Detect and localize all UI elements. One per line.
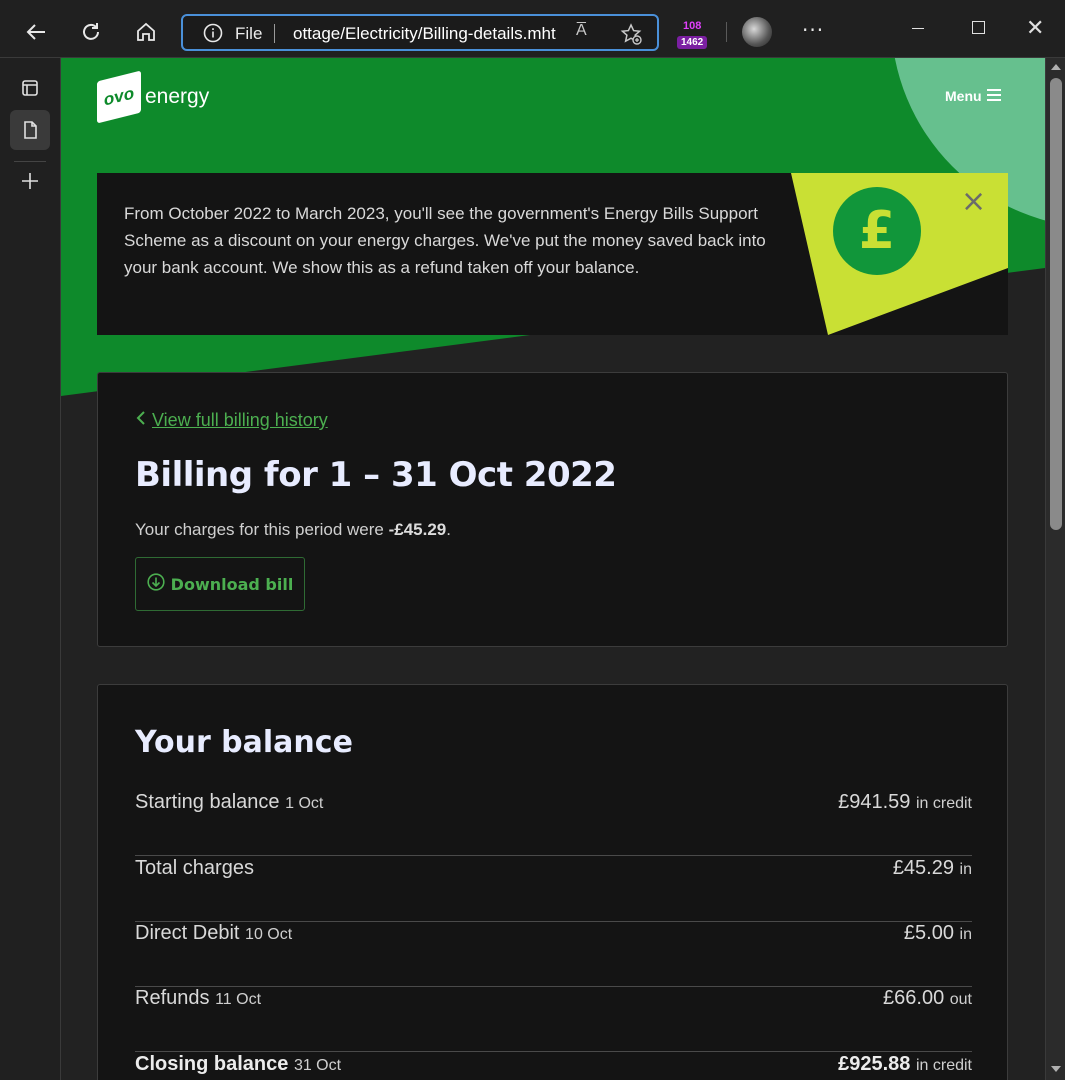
balance-row-refunds: Refunds 11 Oct £66.00 out — [135, 987, 972, 1052]
scroll-up-arrow[interactable] — [1051, 64, 1061, 70]
balance-title: Your balance — [135, 725, 353, 760]
page-scrollbar[interactable] — [1045, 58, 1065, 1080]
billing-history-link[interactable]: View full billing history — [136, 410, 328, 431]
download-bill-label: Download bill — [170, 574, 294, 594]
maximize-icon[interactable] — [972, 21, 985, 34]
chevron-left-icon — [136, 410, 146, 431]
billing-summary-card: View full billing history Billing for 1 … — [97, 372, 1008, 647]
billing-history-label: View full billing history — [152, 410, 328, 430]
row-amount: £925.88 — [838, 1053, 911, 1075]
home-icon[interactable] — [127, 13, 165, 51]
row-date: 10 Oct — [245, 926, 293, 943]
charges-suffix: . — [446, 520, 451, 539]
pound-icon: £ — [833, 187, 921, 275]
menu-button[interactable]: Menu — [945, 88, 1001, 104]
tab-page-icon[interactable] — [10, 110, 50, 150]
scroll-thumb[interactable] — [1050, 78, 1062, 530]
scroll-down-arrow[interactable] — [1051, 1066, 1061, 1072]
row-label: Refunds — [135, 987, 210, 1009]
balance-row-total-charges: Total charges £45.29 in — [135, 857, 972, 922]
row-amount: £45.29 — [892, 857, 954, 879]
tab-actions-icon[interactable] — [10, 68, 50, 108]
logo-wordmark: energy — [145, 85, 210, 108]
row-note: out — [949, 991, 972, 1008]
download-bill-button[interactable]: Download bill — [135, 557, 305, 611]
address-divider — [274, 24, 275, 43]
charges-amount: -£45.29 — [388, 520, 447, 539]
address-scheme-label: File — [235, 24, 263, 43]
balance-row-direct-debit: Direct Debit 10 Oct £5.00 in — [135, 922, 972, 987]
row-note: in — [959, 926, 972, 943]
vertical-tabs-sidebar — [0, 58, 61, 1080]
back-icon[interactable] — [17, 13, 55, 51]
info-icon[interactable] — [203, 23, 223, 47]
close-window-icon[interactable]: ✕ — [1026, 16, 1044, 41]
download-icon — [147, 573, 165, 595]
page-viewport: ovo energy Menu From October 2022 to Mar… — [61, 58, 1045, 1080]
menu-label: Menu — [945, 88, 982, 104]
row-label: Closing balance — [135, 1053, 289, 1075]
extension-count-top: 108 — [683, 20, 702, 32]
row-amount: £5.00 — [903, 922, 954, 944]
profile-avatar[interactable] — [742, 17, 772, 47]
address-url[interactable]: ottage/Electricity/Billing-details.mht — [293, 24, 565, 44]
banner-close-icon[interactable]: × — [961, 187, 986, 217]
row-note: in credit — [915, 1057, 972, 1074]
browser-toolbar: File ottage/Electricity/Billing-details.… — [0, 0, 1065, 58]
row-label: Starting balance — [135, 791, 280, 813]
row-label: Total charges — [135, 857, 254, 879]
minimize-icon[interactable] — [912, 28, 924, 29]
energy-support-banner: From October 2022 to March 2023, you'll … — [97, 173, 1008, 335]
address-bar[interactable]: File ottage/Electricity/Billing-details.… — [181, 14, 659, 51]
row-label: Direct Debit — [135, 922, 240, 944]
new-tab-icon[interactable] — [10, 161, 50, 201]
row-amount: £941.59 — [838, 791, 911, 813]
row-note: in credit — [915, 795, 972, 812]
refresh-icon[interactable] — [72, 13, 110, 51]
toolbar-divider — [726, 22, 727, 42]
banner-message: From October 2022 to March 2023, you'll … — [124, 204, 766, 277]
extension-badge[interactable]: 108 1462 — [675, 20, 711, 52]
read-aloud-icon[interactable]: A̅ — [576, 22, 587, 40]
logo-mark: ovo — [97, 70, 141, 124]
row-date: 31 Oct — [293, 1057, 342, 1074]
balance-row-starting: Starting balance 1 Oct £941.59 in credit — [135, 791, 972, 856]
row-date: 11 Oct — [215, 991, 262, 1008]
balance-card: Your balance Starting balance 1 Oct £941… — [97, 684, 1008, 1080]
extension-count-bottom: 1462 — [677, 36, 708, 49]
row-date: 1 Oct — [285, 795, 324, 812]
hamburger-icon — [986, 88, 1001, 104]
charges-summary: Your charges for this period were -£45.2… — [135, 520, 451, 540]
row-note: in — [959, 861, 972, 878]
balance-row-closing: Closing balance 31 Oct £925.88 in credit — [135, 1053, 972, 1080]
row-amount: £66.00 — [883, 987, 945, 1009]
charges-prefix: Your charges for this period were — [135, 520, 389, 539]
ovo-energy-logo[interactable]: ovo energy — [97, 70, 210, 124]
add-favorite-icon[interactable] — [619, 22, 643, 50]
page-title: Billing for 1 – 31 Oct 2022 — [135, 455, 617, 495]
more-options-icon[interactable]: ··· — [802, 18, 824, 42]
